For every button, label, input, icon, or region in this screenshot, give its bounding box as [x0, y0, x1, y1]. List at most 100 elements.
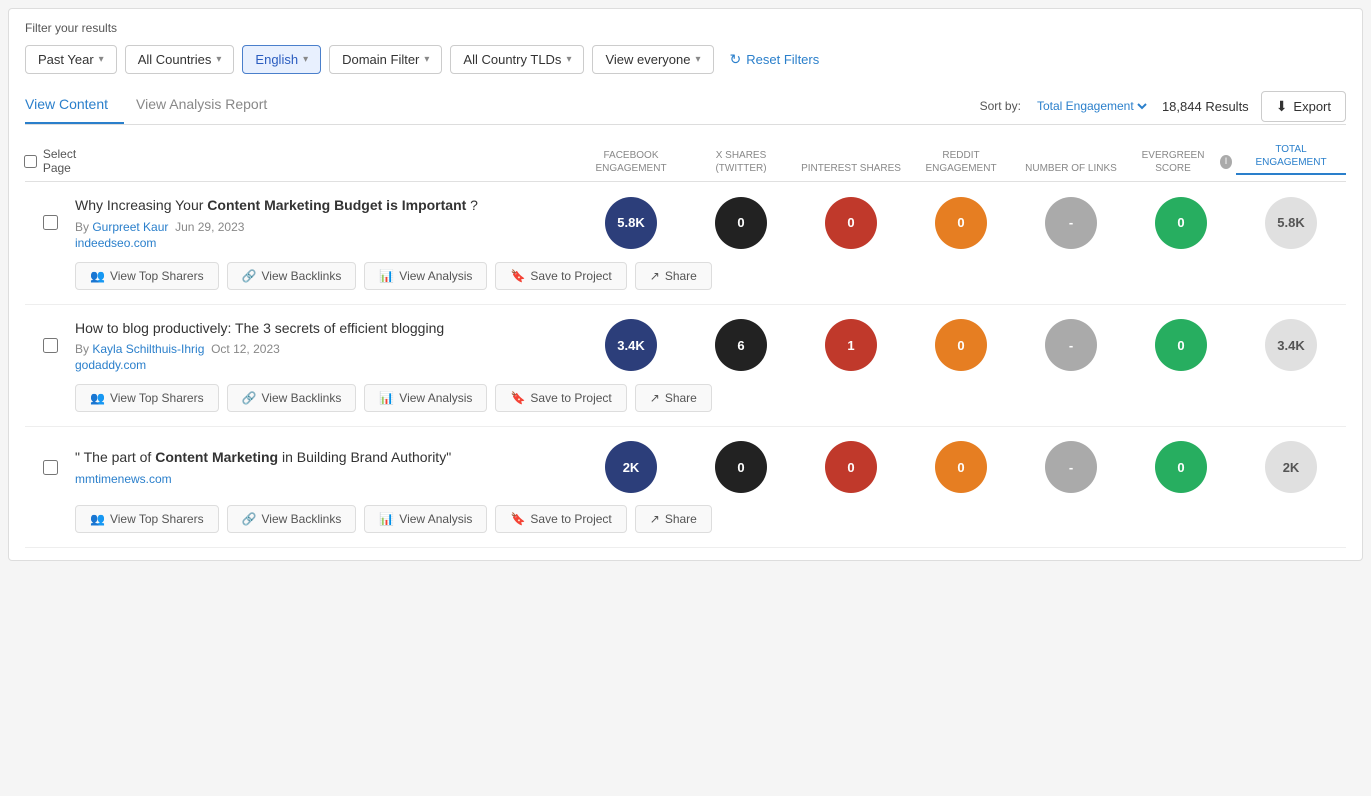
chevron-down-icon: ▾ [424, 54, 429, 65]
reset-icon: ↻ [730, 51, 742, 68]
reset-filters-button[interactable]: ↻ Reset Filters [730, 51, 820, 68]
select-page-header[interactable]: Select Page [25, 147, 75, 175]
row3-top-sharers-label: View Top Sharers [110, 512, 204, 526]
row1-author-link[interactable]: Gurpreet Kaur [92, 220, 168, 234]
row2-save-label: Save to Project [530, 391, 611, 405]
row2-total: 3.4K [1236, 319, 1346, 371]
row1-checkbox[interactable] [43, 215, 58, 230]
row1-actions: 👥 View Top Sharers 🔗 View Backlinks 📊 Vi… [25, 250, 1346, 304]
row2-meta: By Kayla Schilthuis-Ihrig Oct 12, 2023 [75, 342, 566, 356]
row2-pinterest-circle: 1 [825, 319, 877, 371]
download-icon: ⬇ [1276, 98, 1288, 115]
time-filter[interactable]: Past Year ▾ [25, 45, 117, 74]
chevron-down-icon: ▾ [303, 54, 308, 65]
table-row: How to blog productively: The 3 secrets … [25, 305, 1346, 428]
filter-row: Past Year ▾ All Countries ▾ English ▾ Do… [25, 45, 1346, 74]
row1-backlinks-button[interactable]: 🔗 View Backlinks [227, 262, 357, 290]
row2-share-label: Share [665, 391, 697, 405]
reddit-header: REDDIT ENGAGEMENT [906, 149, 1016, 175]
row2-info: How to blog productively: The 3 secrets … [75, 319, 576, 373]
row1-reddit: 0 [906, 197, 1016, 249]
link-icon: 🔗 [242, 391, 257, 405]
row1-domain[interactable]: indeedseo.com [75, 236, 566, 250]
row3-top-sharers-button[interactable]: 👥 View Top Sharers [75, 505, 219, 533]
row2-analysis-label: View Analysis [399, 391, 472, 405]
row1-share-button[interactable]: ↗ Share [635, 262, 712, 290]
row3-twitter-circle: 0 [715, 441, 767, 493]
tab-view-content[interactable]: View Content [25, 88, 124, 124]
row1-analysis-button[interactable]: 📊 View Analysis [364, 262, 487, 290]
row1-analysis-label: View Analysis [399, 269, 472, 283]
row2-checkbox[interactable] [43, 338, 58, 353]
domain-filter[interactable]: Domain Filter ▾ [329, 45, 442, 74]
row3-checkbox[interactable] [43, 460, 58, 475]
row1-pinterest: 0 [796, 197, 906, 249]
select-all-checkbox[interactable] [24, 154, 37, 169]
row1-twitter: 0 [686, 197, 796, 249]
row1-save-button[interactable]: 🔖 Save to Project [495, 262, 626, 290]
row1-title: Why Increasing Your Content Marketing Bu… [75, 196, 566, 216]
chevron-down-icon: ▾ [566, 54, 571, 65]
row3-share-button[interactable]: ↗ Share [635, 505, 712, 533]
row3-save-button[interactable]: 🔖 Save to Project [495, 505, 626, 533]
info-icon[interactable]: i [1220, 155, 1232, 169]
row1-facebook-circle: 5.8K [605, 197, 657, 249]
row1-twitter-circle: 0 [715, 197, 767, 249]
row3-backlinks-button[interactable]: 🔗 View Backlinks [227, 505, 357, 533]
row3-domain[interactable]: mmtimenews.com [75, 472, 566, 486]
link-icon: 🔗 [242, 512, 257, 526]
row2-author-link[interactable]: Kayla Schilthuis-Ihrig [92, 342, 204, 356]
row1-links: - [1016, 197, 1126, 249]
row2-pinterest: 1 [796, 319, 906, 371]
row2-analysis-button[interactable]: 📊 View Analysis [364, 384, 487, 412]
chart-icon: 📊 [379, 391, 394, 405]
row3-share-label: Share [665, 512, 697, 526]
domain-filter-label: Domain Filter [342, 52, 419, 67]
users-icon: 👥 [90, 512, 105, 526]
row2-links: - [1016, 319, 1126, 371]
users-icon: 👥 [90, 269, 105, 283]
row2-date: Oct 12, 2023 [211, 342, 280, 356]
row2-domain[interactable]: godaddy.com [75, 358, 566, 372]
tab-view-analysis[interactable]: View Analysis Report [136, 88, 283, 124]
row2-actions: 👥 View Top Sharers 🔗 View Backlinks 📊 Vi… [25, 372, 1346, 426]
row3-total-circle: 2K [1265, 441, 1317, 493]
row3-facebook-circle: 2K [605, 441, 657, 493]
export-button[interactable]: ⬇ Export [1261, 91, 1346, 122]
row2-share-button[interactable]: ↗ Share [635, 384, 712, 412]
row3-info: " The part of Content Marketing in Build… [75, 448, 576, 486]
select-page-label: Select Page [43, 147, 76, 175]
row2-top-sharers-button[interactable]: 👥 View Top Sharers [75, 384, 219, 412]
audience-filter[interactable]: View everyone ▾ [592, 45, 713, 74]
row1-reddit-circle: 0 [935, 197, 987, 249]
results-count: 18,844 Results [1162, 99, 1249, 114]
bookmark-icon: 🔖 [510, 269, 525, 283]
row2-total-circle: 3.4K [1265, 319, 1317, 371]
row1-save-label: Save to Project [530, 269, 611, 283]
row2-save-button[interactable]: 🔖 Save to Project [495, 384, 626, 412]
facebook-header: FACEBOOK ENGAGEMENT [576, 149, 686, 175]
reset-filters-label: Reset Filters [746, 52, 819, 67]
toolbar-right: Sort by: Total Engagement 18,844 Results… [980, 91, 1346, 122]
row3-backlinks-label: View Backlinks [262, 512, 342, 526]
row2-facebook-circle: 3.4K [605, 319, 657, 371]
row2-backlinks-button[interactable]: 🔗 View Backlinks [227, 384, 357, 412]
language-filter[interactable]: English ▾ [242, 45, 321, 74]
row2-twitter: 6 [686, 319, 796, 371]
row2-evergreen-circle: 0 [1155, 319, 1207, 371]
row3-analysis-button[interactable]: 📊 View Analysis [364, 505, 487, 533]
row2-twitter-circle: 6 [715, 319, 767, 371]
chart-icon: 📊 [379, 269, 394, 283]
row1-backlinks-label: View Backlinks [262, 269, 342, 283]
row3-reddit: 0 [906, 441, 1016, 493]
row2-checkbox-cell [25, 338, 75, 353]
country-filter-label: All Countries [138, 52, 212, 67]
tabs-toolbar-row: View Content View Analysis Report Sort b… [25, 88, 1346, 125]
links-header: NUMBER OF LINKS [1016, 162, 1126, 175]
country-filter[interactable]: All Countries ▾ [125, 45, 235, 74]
row1-info: Why Increasing Your Content Marketing Bu… [75, 196, 576, 250]
sort-select[interactable]: Total Engagement [1033, 98, 1150, 114]
tld-filter[interactable]: All Country TLDs ▾ [450, 45, 584, 74]
row1-date: Jun 29, 2023 [175, 220, 244, 234]
row1-top-sharers-button[interactable]: 👥 View Top Sharers [75, 262, 219, 290]
